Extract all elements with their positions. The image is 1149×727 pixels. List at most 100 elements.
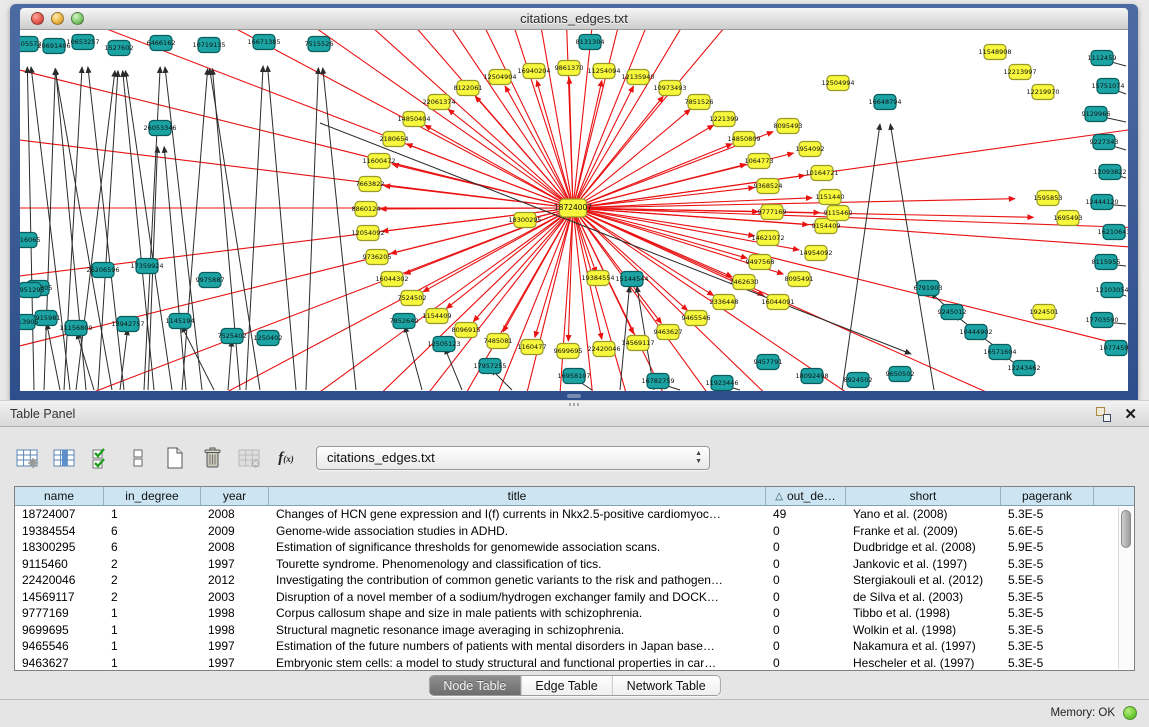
table-header-row: namein_degreeyeartitle△out_de…shortpager… [15, 487, 1134, 506]
cell-year: 2009 [201, 523, 269, 540]
svg-text:1145194: 1145194 [166, 317, 195, 325]
svg-text:15144544: 15144544 [615, 275, 648, 283]
cell-pagerank: 5.3E-5 [1001, 589, 1094, 606]
memory-status-label: Memory: OK [1050, 707, 1115, 719]
table-row[interactable]: 946362711997Embryonic stem cells: a mode… [15, 655, 1134, 672]
svg-text:9497568: 9497568 [746, 258, 775, 266]
cell-out_de: 0 [766, 523, 846, 540]
svg-text:6791903: 6791903 [914, 284, 943, 292]
column-header-in_degree[interactable]: in_degree [104, 487, 201, 505]
svg-text:9154409: 9154409 [812, 222, 841, 230]
table-panel-body: f(x) citations_edges.txt▲▼ namein_degreey… [0, 427, 1149, 699]
citation-network-graph[interactable]: 1872400718300295193845549777169146210729… [20, 30, 1128, 391]
node-table: namein_degreeyeartitle△out_de…shortpager… [14, 486, 1135, 671]
cell-in_degree: 2 [104, 556, 201, 573]
column-header-title[interactable]: title [269, 487, 766, 505]
cell-pagerank: 5.3E-5 [1001, 638, 1094, 655]
table-row[interactable]: 1872400712008Changes of HCN gene express… [15, 506, 1134, 523]
svg-text:10653257: 10653257 [66, 38, 99, 46]
svg-text:12213997: 12213997 [1003, 68, 1036, 76]
cell-in_degree: 2 [104, 572, 201, 589]
memory-status-icon[interactable] [1123, 706, 1137, 720]
column-header-year[interactable]: year [201, 487, 269, 505]
column-visibility-icon[interactable] [51, 445, 77, 471]
close-panel-icon[interactable]: ✕ [1124, 405, 1137, 423]
table-row[interactable]: 977716911998Corpus callosum shape and si… [15, 605, 1134, 622]
network-window-titlebar[interactable]: citations_edges.txt [20, 8, 1128, 30]
delete-table-icon[interactable] [236, 445, 262, 471]
window-resize-grip[interactable] [567, 394, 581, 398]
column-header-out_de[interactable]: △out_de… [766, 487, 846, 505]
scrollbar-thumb[interactable] [1121, 510, 1131, 548]
tab-edge-table[interactable]: Edge Table [521, 676, 612, 695]
tab-node-table[interactable]: Node Table [429, 676, 521, 695]
cell-in_degree: 6 [104, 523, 201, 540]
cell-in_degree: 1 [104, 655, 201, 672]
table-scrollbar[interactable] [1118, 507, 1133, 669]
svg-text:16940204: 16940204 [517, 67, 550, 75]
row-height-icon[interactable] [125, 445, 151, 471]
svg-text:9975887: 9975887 [196, 276, 225, 284]
svg-text:14621072: 14621072 [751, 234, 784, 242]
cell-title: Estimation of the future numbers of pati… [269, 638, 766, 655]
table-panel-titlebar: Table Panel ✕ [0, 400, 1149, 427]
table-options-icon[interactable] [14, 445, 40, 471]
cell-year: 1997 [201, 638, 269, 655]
svg-text:1160477: 1160477 [518, 343, 547, 351]
panel-drag-grip[interactable] [569, 403, 581, 406]
cell-short: Nakamura et al. (1997) [846, 638, 1001, 655]
svg-text:16958107: 16958107 [557, 372, 590, 380]
cell-in_degree: 1 [104, 622, 201, 639]
svg-text:12219970: 12219970 [1026, 88, 1059, 96]
svg-text:9465546: 9465546 [682, 314, 711, 322]
table-row[interactable]: 969969511998Structural magnetic resonanc… [15, 622, 1134, 639]
table-row[interactable]: 1938455462009Genome-wide association stu… [15, 523, 1134, 540]
app-window: citations_edges.txt 18724007183002951938… [0, 0, 1149, 727]
svg-text:1695493: 1695493 [1054, 214, 1083, 222]
cell-title: Investigating the contribution of common… [269, 572, 766, 589]
svg-text:8115955: 8115955 [1092, 258, 1121, 266]
svg-text:7852640: 7852640 [390, 317, 419, 325]
cell-year: 1998 [201, 622, 269, 639]
table-selector-dropdown[interactable]: citations_edges.txt▲▼ [316, 446, 710, 470]
svg-text:10774591: 10774591 [1099, 344, 1128, 352]
svg-text:7524502: 7524502 [398, 294, 427, 302]
table-row[interactable]: 1456911722003Disruption of a novel membe… [15, 589, 1134, 606]
delete-column-icon[interactable] [199, 445, 225, 471]
svg-text:26053346: 26053346 [143, 124, 176, 132]
cell-year: 2008 [201, 539, 269, 556]
svg-text:7485081: 7485081 [484, 337, 513, 345]
cell-title: Changes of HCN gene expression and I(f) … [269, 506, 766, 523]
table-type-tabs: Node TableEdge TableNetwork Table [428, 675, 720, 696]
function-builder-icon[interactable]: f(x) [273, 445, 299, 471]
cell-title: Tourette syndrome. Phenomenology and cla… [269, 556, 766, 573]
cell-short: Hescheler et al. (1997) [846, 655, 1001, 672]
cell-name: 22420046 [15, 572, 104, 589]
table-row[interactable]: 911546021997Tourette syndrome. Phenomeno… [15, 556, 1134, 573]
table-row[interactable]: 946554611997Estimation of the future num… [15, 638, 1134, 655]
svg-text:1151440: 1151440 [816, 193, 845, 201]
svg-text:7462630: 7462630 [730, 278, 759, 286]
tab-network-table[interactable]: Network Table [613, 676, 720, 695]
column-header-short[interactable]: short [846, 487, 1001, 505]
svg-text:11548908: 11548908 [978, 48, 1011, 56]
float-panel-icon[interactable] [1096, 407, 1111, 422]
column-header-pagerank[interactable]: pagerank [1001, 487, 1094, 505]
table-toolbar: f(x) citations_edges.txt▲▼ [14, 443, 710, 473]
svg-text:7663822: 7663822 [356, 180, 385, 188]
selection-mode-icon[interactable] [88, 445, 114, 471]
svg-text:18724007: 18724007 [554, 203, 592, 212]
cell-out_de: 0 [766, 556, 846, 573]
network-canvas[interactable]: 1872400718300295193845549777169146210729… [20, 30, 1128, 391]
cell-pagerank: 5.9E-5 [1001, 539, 1094, 556]
svg-text:9699695: 9699695 [554, 347, 583, 355]
cell-pagerank: 5.3E-5 [1001, 506, 1094, 523]
svg-text:9368524: 9368524 [754, 182, 783, 190]
create-column-icon[interactable] [162, 445, 188, 471]
cell-year: 2003 [201, 589, 269, 606]
cell-short: Franke et al. (2009) [846, 523, 1001, 540]
cell-out_de: 0 [766, 638, 846, 655]
table-row[interactable]: 2242004622012Investigating the contribut… [15, 572, 1134, 589]
column-header-name[interactable]: name [15, 487, 104, 505]
table-row[interactable]: 1830029562008Estimation of significance … [15, 539, 1134, 556]
